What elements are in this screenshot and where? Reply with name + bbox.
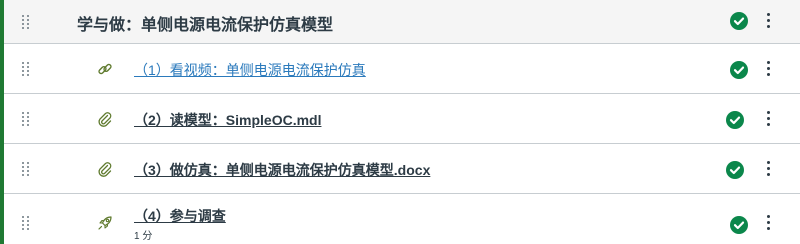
item-options-icon[interactable] bbox=[767, 161, 771, 177]
check-circle-icon bbox=[726, 111, 744, 129]
paperclip-icon bbox=[97, 111, 113, 127]
context-module: 学与做：单侧电源电流保护仿真模型 （1）看视频：单侧电源电流保护仿真 （2）读模… bbox=[0, 0, 800, 244]
rocket-icon bbox=[97, 215, 113, 231]
drag-handle-icon[interactable] bbox=[22, 15, 30, 29]
module-item: （4）参与调查 1 分 bbox=[4, 194, 800, 244]
check-circle-icon bbox=[730, 12, 748, 30]
check-circle-icon bbox=[730, 216, 748, 234]
module-options-icon[interactable] bbox=[767, 13, 771, 29]
drag-handle-icon[interactable] bbox=[22, 162, 30, 176]
module-item: （2）读模型：SimpleOC.mdl bbox=[4, 94, 800, 144]
module-title[interactable]: 学与做：单侧电源电流保护仿真模型 bbox=[77, 11, 333, 35]
check-circle-icon bbox=[726, 161, 744, 179]
module-item-link[interactable]: （3）做仿真：单侧电源电流保护仿真模型.docx bbox=[134, 160, 430, 180]
item-options-icon[interactable] bbox=[767, 61, 771, 77]
drag-handle-icon[interactable] bbox=[22, 216, 30, 230]
module-item: （1）看视频：单侧电源电流保护仿真 bbox=[4, 44, 800, 94]
item-options-icon[interactable] bbox=[767, 215, 771, 231]
check-circle-icon bbox=[730, 61, 748, 79]
drag-handle-icon[interactable] bbox=[22, 62, 30, 76]
module-item: （3）做仿真：单侧电源电流保护仿真模型.docx bbox=[4, 144, 800, 194]
module-item-link[interactable]: （2）读模型：SimpleOC.mdl bbox=[134, 110, 321, 130]
item-options-icon[interactable] bbox=[767, 111, 771, 127]
paperclip-icon bbox=[97, 161, 113, 177]
item-points: 1 分 bbox=[134, 231, 153, 242]
link-icon bbox=[97, 61, 113, 77]
drag-handle-icon[interactable] bbox=[22, 112, 30, 126]
module-item-link[interactable]: （4）参与调查 bbox=[134, 206, 226, 226]
module-item-link[interactable]: （1）看视频：单侧电源电流保护仿真 bbox=[134, 60, 366, 80]
module-header[interactable]: 学与做：单侧电源电流保护仿真模型 bbox=[4, 0, 800, 44]
